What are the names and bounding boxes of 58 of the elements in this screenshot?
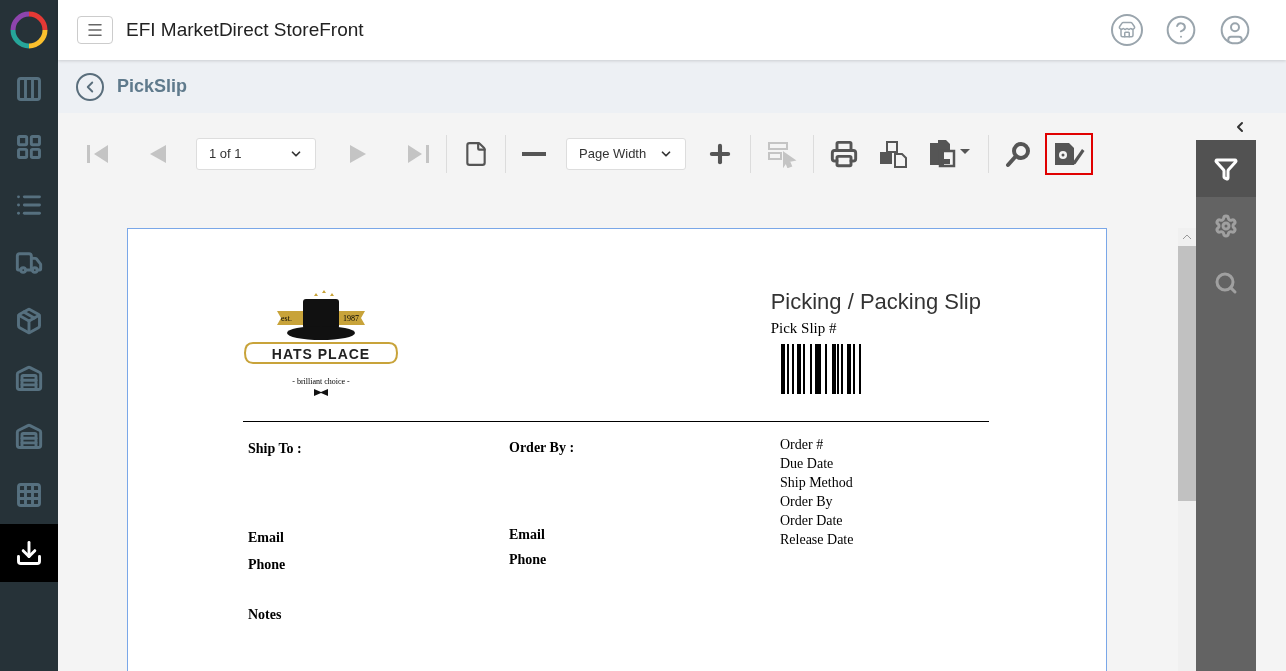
save-dropdown-icon [928, 139, 972, 169]
order-by-heading: Order By : [509, 439, 576, 457]
menu-icon [86, 21, 104, 39]
app-title: EFI MarketDirect StoreFront [126, 17, 364, 42]
ship-to-heading: Ship To : [248, 440, 303, 458]
order-field-label: Due Date [780, 455, 835, 473]
zoom-out-icon [522, 152, 546, 156]
search-icon [1005, 140, 1033, 168]
truck-icon [15, 249, 43, 277]
store-icon [1118, 21, 1136, 39]
shelf-icon [15, 75, 43, 103]
notes-label: Notes [248, 606, 283, 624]
scroll-up-icon[interactable] [1182, 234, 1192, 240]
document-edit-button[interactable] [1045, 133, 1093, 175]
report-title: Picking / Packing Slip [770, 288, 981, 316]
order-by-phone-label: Phone [509, 551, 548, 569]
last-page-icon [406, 143, 430, 165]
package-icon [15, 307, 43, 335]
settings-icon [1214, 213, 1238, 238]
download-icon [15, 539, 43, 567]
logo-year-text: 1987 [343, 313, 359, 325]
order-field-label: Ship Method [780, 474, 854, 492]
grid-icon [15, 481, 43, 509]
sidebar-item[interactable] [0, 524, 58, 582]
warehouse-icon [15, 365, 43, 393]
logo-name-text: HATS PLACE [270, 345, 372, 364]
pick-slip-label: Pick Slip # [770, 319, 838, 338]
user-icon[interactable] [1219, 14, 1251, 46]
zoom-select[interactable]: Page Width [566, 138, 686, 170]
search-icon [1214, 270, 1238, 295]
grid-icon [15, 133, 43, 161]
back-button[interactable] [76, 72, 104, 101]
document-edit-icon [1053, 140, 1085, 168]
page-title: PickSlip [117, 75, 188, 98]
logo-icon [10, 11, 48, 49]
logo-tagline-text: - brilliant choice - [291, 376, 351, 388]
store-button[interactable] [1111, 14, 1143, 46]
ship-to-email-label: Email [248, 529, 285, 547]
help-icon[interactable] [1165, 14, 1197, 46]
order-field-label: Order # [780, 436, 825, 454]
ship-to-phone-label: Phone [248, 556, 287, 574]
select-tool-icon [767, 140, 797, 168]
page-icon [463, 141, 489, 167]
print-icon [830, 140, 858, 168]
bow-tie-icon [314, 389, 328, 396]
logo-est-text: est. [281, 313, 292, 325]
menu-button[interactable] [77, 16, 113, 44]
first-page-icon [86, 143, 110, 165]
panel-tab[interactable] [1196, 140, 1256, 197]
order-field-label: Release Date [780, 531, 855, 549]
scrollbar-thumb[interactable] [1178, 246, 1196, 501]
order-field-label: Order Date [780, 512, 844, 530]
warehouse-icon [15, 423, 43, 451]
order-by-email-label: Email [509, 526, 546, 544]
page-select[interactable]: 1 of 1 [196, 138, 316, 170]
order-field-label: Order By [780, 493, 834, 511]
pages-icon [878, 140, 908, 168]
filter-icon [1214, 156, 1238, 181]
